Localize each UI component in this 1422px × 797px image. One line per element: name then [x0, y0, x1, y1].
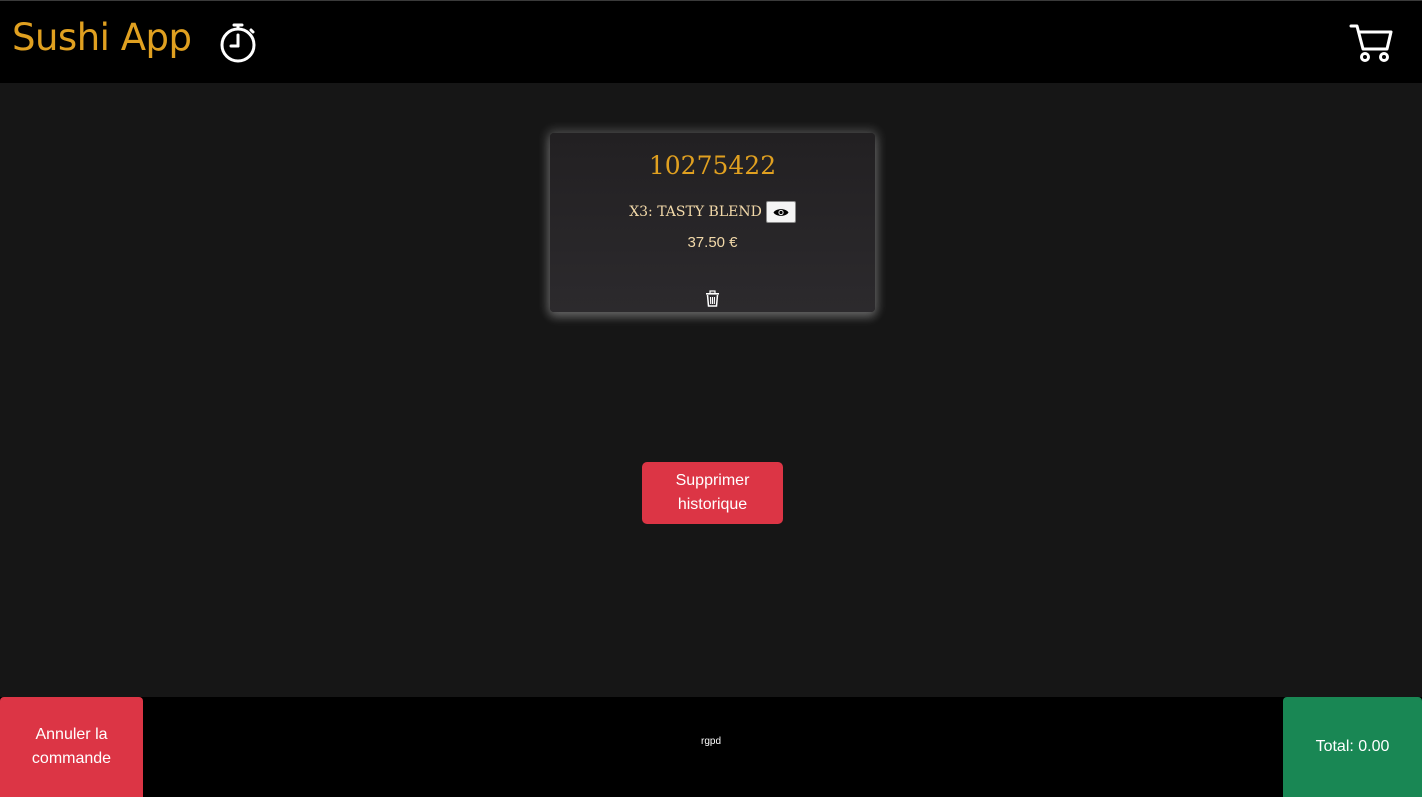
- rgpd-container: rgpd: [0, 736, 1422, 747]
- view-details-button[interactable]: [765, 201, 796, 223]
- cancel-order-button[interactable]: Annuler la commande: [0, 697, 143, 797]
- order-item-text: X3: TASTY BLEND: [629, 204, 762, 220]
- total-label: Total: 0.00: [1315, 738, 1390, 755]
- trash-icon[interactable]: [705, 290, 720, 307]
- top-bar: Sushi App: [0, 0, 1422, 83]
- shopping-cart-icon[interactable]: [1349, 21, 1393, 63]
- total-button[interactable]: Total: 0.00: [1283, 697, 1422, 797]
- clear-history-button[interactable]: Supprimer historique: [642, 462, 783, 524]
- eye-icon: [773, 208, 789, 216]
- bottom-bar: Annuler la commande rgpd Total: 0.00: [0, 697, 1422, 797]
- order-number: 10275422: [648, 151, 777, 180]
- rgpd-link[interactable]: rgpd: [701, 736, 721, 747]
- order-price: 37.50 €: [687, 234, 738, 251]
- order-item-line: X3: TASTY BLEND: [550, 201, 875, 223]
- app-title: Sushi App: [12, 16, 192, 59]
- order-card: 10275422 X3: TASTY BLEND 37.50 €: [550, 133, 875, 312]
- stopwatch-icon[interactable]: [218, 21, 258, 63]
